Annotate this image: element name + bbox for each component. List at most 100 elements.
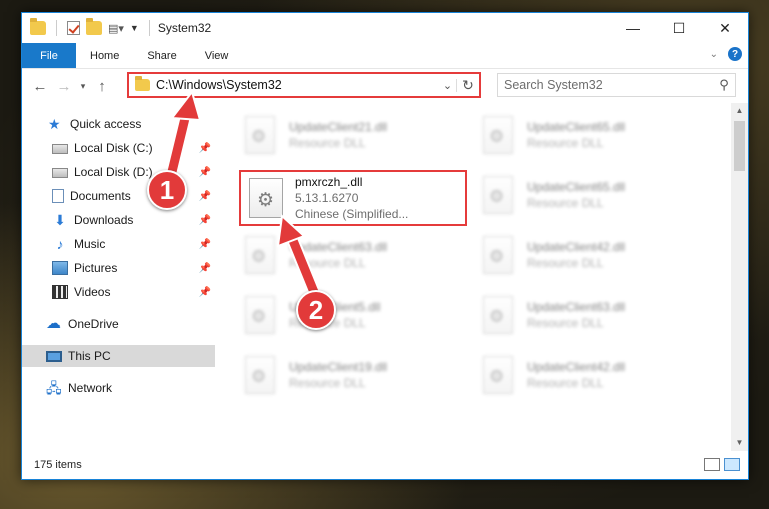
sidebar-item-label: Music	[74, 237, 106, 251]
file-details: pmxrczh_.dll 5.13.1.6270 Chinese (Simpli…	[295, 174, 408, 222]
divider	[148, 20, 150, 36]
disk-icon	[52, 144, 68, 154]
maximize-button[interactable]: ☐	[656, 13, 702, 43]
quick-access-toolbar: ▤▾ ▼	[22, 18, 154, 36]
folder-icon	[30, 18, 46, 35]
list-item[interactable]: UpdateClient21.dll Resource DLL	[239, 109, 464, 161]
file-type: Resource DLL	[527, 256, 604, 270]
tiles-view-icon[interactable]	[724, 458, 740, 471]
file-name: UpdateClient63.dll	[289, 240, 388, 254]
sidebar-item-this-pc[interactable]: This PC	[22, 345, 215, 367]
list-item[interactable]: UpdateClient65.dll Resource DLL	[477, 109, 702, 161]
file-type: Resource DLL	[527, 316, 604, 330]
sidebar-item-pictures[interactable]: Pictures 📌	[22, 257, 215, 279]
sidebar-item-local-disk-c[interactable]: Local Disk (C:) 📌	[22, 137, 215, 159]
dll-file-icon	[245, 356, 275, 394]
music-icon: ♪	[56, 236, 64, 252]
file-description: Chinese (Simplified...	[295, 207, 409, 221]
chevron-down-icon[interactable]: ⌄	[439, 78, 457, 92]
pin-icon[interactable]: 📌	[199, 143, 211, 154]
navigation-bar: ← → ▾ ↑ C:\Windows\System32 ⌄ ↻ Search S…	[22, 69, 748, 103]
sidebar-item-music[interactable]: ♪ Music 📌	[22, 233, 215, 255]
details-view-icon[interactable]	[704, 458, 720, 471]
pin-icon[interactable]: 📌	[199, 167, 211, 178]
address-bar[interactable]: C:\Windows\System32 ⌄ ↻	[127, 72, 481, 98]
scroll-thumb[interactable]	[734, 121, 745, 171]
list-item[interactable]: UpdateClient5.dll Resource DLL	[239, 289, 464, 341]
pin-icon[interactable]: 📌	[199, 239, 211, 250]
file-name: UpdateClient19.dll	[289, 360, 388, 374]
list-item[interactable]: UpdateClient42.dll Resource DLL	[477, 349, 702, 401]
window-title: System32	[157, 21, 212, 35]
sidebar-item-label: Downloads	[74, 213, 134, 227]
pin-icon[interactable]: 📌	[199, 191, 211, 202]
dll-file-icon	[483, 296, 513, 334]
scroll-up-icon[interactable]: ▲	[731, 103, 748, 119]
refresh-icon[interactable]: ↻	[457, 77, 479, 94]
tab-home[interactable]: Home	[76, 43, 133, 68]
help-icon[interactable]: ?	[728, 47, 742, 61]
view-toggle	[704, 458, 740, 471]
vertical-scrollbar[interactable]: ▲ ▼	[731, 103, 748, 451]
disk-icon	[52, 168, 68, 178]
search-icon[interactable]: ⚲	[713, 77, 735, 93]
file-name: UpdateClient42.dll	[527, 240, 626, 254]
file-name: UpdateClient21.dll	[289, 120, 388, 134]
back-arrow-icon[interactable]: ←	[28, 78, 52, 95]
sidebar-item-label: Local Disk (D:)	[74, 165, 153, 179]
address-path[interactable]: C:\Windows\System32	[156, 78, 439, 92]
sidebar-item-label: Videos	[74, 285, 111, 299]
videos-icon	[52, 285, 68, 299]
file-version: 5.13.1.6270	[295, 191, 359, 205]
customize-qat-icon[interactable]: ▤▾	[108, 22, 124, 35]
file-name: UpdateClient65.dll	[527, 120, 626, 134]
title-bar: ▤▾ ▼ System32 — ☐ ✕	[22, 13, 748, 43]
window-controls: — ☐ ✕	[610, 13, 748, 43]
list-item[interactable]: UpdateClient19.dll Resource DLL	[239, 349, 464, 401]
sidebar-item-quick-access[interactable]: ★ Quick access	[22, 113, 215, 135]
search-box[interactable]: Search System32 ⚲	[497, 73, 736, 97]
file-type: Resource DLL	[527, 376, 604, 390]
pin-icon[interactable]: 📌	[199, 263, 211, 274]
minimize-button[interactable]: —	[610, 13, 656, 43]
divider	[56, 20, 57, 36]
navigation-pane: ★ Quick access Local Disk (C:) 📌 Local D…	[22, 103, 215, 451]
step-1-badge: 1	[147, 170, 187, 210]
pictures-icon	[52, 261, 68, 275]
search-input[interactable]: Search System32	[504, 78, 713, 92]
sidebar-item-network[interactable]: 🖧 Network	[22, 377, 215, 399]
scroll-down-icon[interactable]: ▼	[731, 435, 748, 451]
sidebar-item-videos[interactable]: Videos 📌	[22, 281, 215, 303]
dll-file-icon	[245, 236, 275, 274]
status-bar: 175 items	[22, 451, 748, 479]
sidebar-item-local-disk-d[interactable]: Local Disk (D:) 📌	[22, 161, 215, 183]
sidebar-item-onedrive[interactable]: ☁ OneDrive	[22, 313, 215, 335]
properties-icon[interactable]	[67, 21, 80, 35]
sidebar-item-label: Network	[68, 381, 113, 395]
chevron-down-icon[interactable]: ▼	[130, 23, 139, 33]
chevron-down-icon[interactable]: ⌄	[710, 49, 718, 60]
list-item[interactable]: UpdateClient42.dll Resource DLL	[477, 229, 702, 281]
highlighted-file-item[interactable]: pmxrczh_.dll 5.13.1.6270 Chinese (Simpli…	[239, 170, 467, 226]
up-arrow-icon[interactable]: ↑	[90, 78, 114, 95]
forward-arrow-icon[interactable]: →	[52, 78, 76, 95]
dll-file-icon	[249, 178, 283, 218]
list-item[interactable]: UpdateClient63.dll Resource DLL	[239, 229, 464, 281]
file-name: UpdateClient63.dll	[527, 300, 626, 314]
tab-share[interactable]: Share	[133, 43, 190, 68]
star-icon: ★	[48, 116, 61, 132]
tab-view[interactable]: View	[191, 43, 243, 68]
pin-icon[interactable]: 📌	[199, 287, 211, 298]
recent-locations-icon[interactable]: ▾	[76, 81, 90, 92]
documents-icon	[52, 189, 64, 203]
pin-icon[interactable]: 📌	[199, 215, 211, 226]
sidebar-item-label: This PC	[68, 349, 111, 363]
new-folder-icon[interactable]	[86, 18, 102, 35]
list-item[interactable]: UpdateClient65.dll Resource DLL	[477, 169, 702, 221]
tab-file[interactable]: File	[22, 43, 76, 68]
list-item[interactable]: UpdateClient63.dll Resource DLL	[477, 289, 702, 341]
sidebar-item-downloads[interactable]: ⬇ Downloads 📌	[22, 209, 215, 231]
close-button[interactable]: ✕	[702, 13, 748, 43]
file-type: Resource DLL	[527, 196, 604, 210]
dll-file-icon	[483, 236, 513, 274]
